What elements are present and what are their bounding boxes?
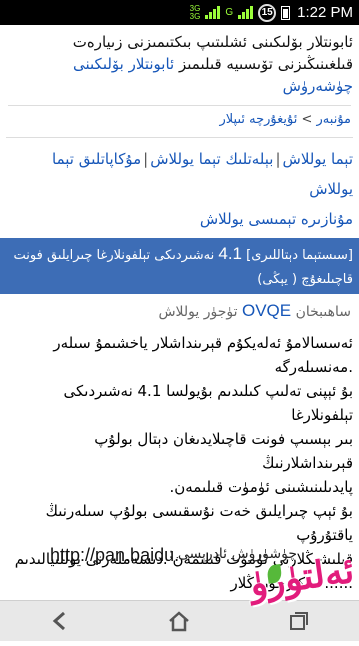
home-button[interactable]: [159, 606, 199, 636]
site-watermark-logo: ئەلتۈرۈ: [247, 549, 359, 644]
network-indicator: 3G 3G: [189, 4, 201, 21]
download-url[interactable]: http://pan.baidu.: [50, 545, 179, 566]
breadcrumb-home[interactable]: مۇنبەر: [317, 112, 351, 127]
status-bar: 3G 3G G 15 1:22 PM: [0, 0, 359, 25]
breadcrumb: مۇنبەر > ئۇيغۇرچە ئىپلار: [8, 105, 351, 127]
thread-title-text: نەشىردىكى تېلفونلارغا چىرايلىق فونت: [13, 248, 215, 263]
action-separator: |: [275, 150, 281, 168]
post-line: بىر بېسىپ فونت قاچىلايدىغان دېتال بولۇپ …: [94, 430, 353, 472]
battery-icon: [281, 5, 291, 20]
author-suffix: تۈجۈر يوللاش: [158, 304, 238, 320]
post-line: بۇ ئېپ چىرايلىق خەت نۇسقىسى بولۇپ سىلەرن…: [45, 502, 353, 544]
post-actions: تېما يوللاش|بېلەتلىك تېما يوللاش|مۇكاپات…: [6, 137, 353, 234]
post-line: ئەسسالامۇ ئەلەيكۇم قېرىنداشلار ياخشىمۇ س…: [53, 334, 353, 376]
thread-title-banner[interactable]: [سىستېما دېتاللىرى] 4.1 نەشىردىكى تېلفون…: [0, 238, 359, 294]
action-separator: |: [143, 150, 149, 168]
breadcrumb-current[interactable]: ئۇيغۇرچە ئىپلار: [219, 112, 297, 127]
home-icon: [169, 611, 190, 632]
breadcrumb-separator: >: [301, 112, 313, 127]
status-clock: 1:22 PM: [297, 4, 353, 21]
post-line: پايدىلىنىشىنى ئۈمۈت قىلىمەن.: [169, 478, 353, 496]
thread-title: [سىستېما دېتاللىرى] 4.1 نەشىردىكى تېلفون…: [6, 242, 353, 268]
sim-label: G: [225, 6, 234, 18]
back-button[interactable]: [40, 606, 80, 636]
author-line: ساھىبخان OVQE تۈجۈر يوللاش: [0, 300, 359, 323]
notification-badge: 15: [258, 3, 277, 22]
signal-icon: [205, 6, 221, 19]
author-prefix: ساھىبخان: [295, 304, 351, 320]
network-type-bottom: 3G: [189, 11, 201, 21]
thread-subtitle: قاچىلىغۇچ ( يېڭى): [257, 272, 353, 287]
action-post-debate-topic[interactable]: مۇنازىرە تېمىسى يوللاش: [200, 210, 353, 228]
thread-version: 4.1: [218, 244, 243, 263]
thread-category: [سىستېما دېتاللىرى]: [246, 248, 353, 263]
signal-icon-2: [238, 6, 254, 19]
page-content: ئابونتلار بۆلىكىنى ئشلىتىپ بىكتىمىزنى زى…: [0, 25, 359, 595]
author-name[interactable]: OVQE: [242, 301, 291, 320]
action-post-ticket-topic[interactable]: بېلەتلىك تېما يوللاش: [150, 150, 273, 168]
back-arrow-icon: [52, 611, 65, 631]
action-post-topic[interactable]: تېما يوللاش: [283, 150, 353, 168]
post-line: بۇ ئېپنى تەلىپ كىلىدىم بۇيولسا 4.1 نەشىر…: [63, 382, 353, 424]
login-prompt: ئابونتلار بۆلىكىنى ئشلىتىپ بىكتىمىزنى زى…: [0, 25, 359, 97]
